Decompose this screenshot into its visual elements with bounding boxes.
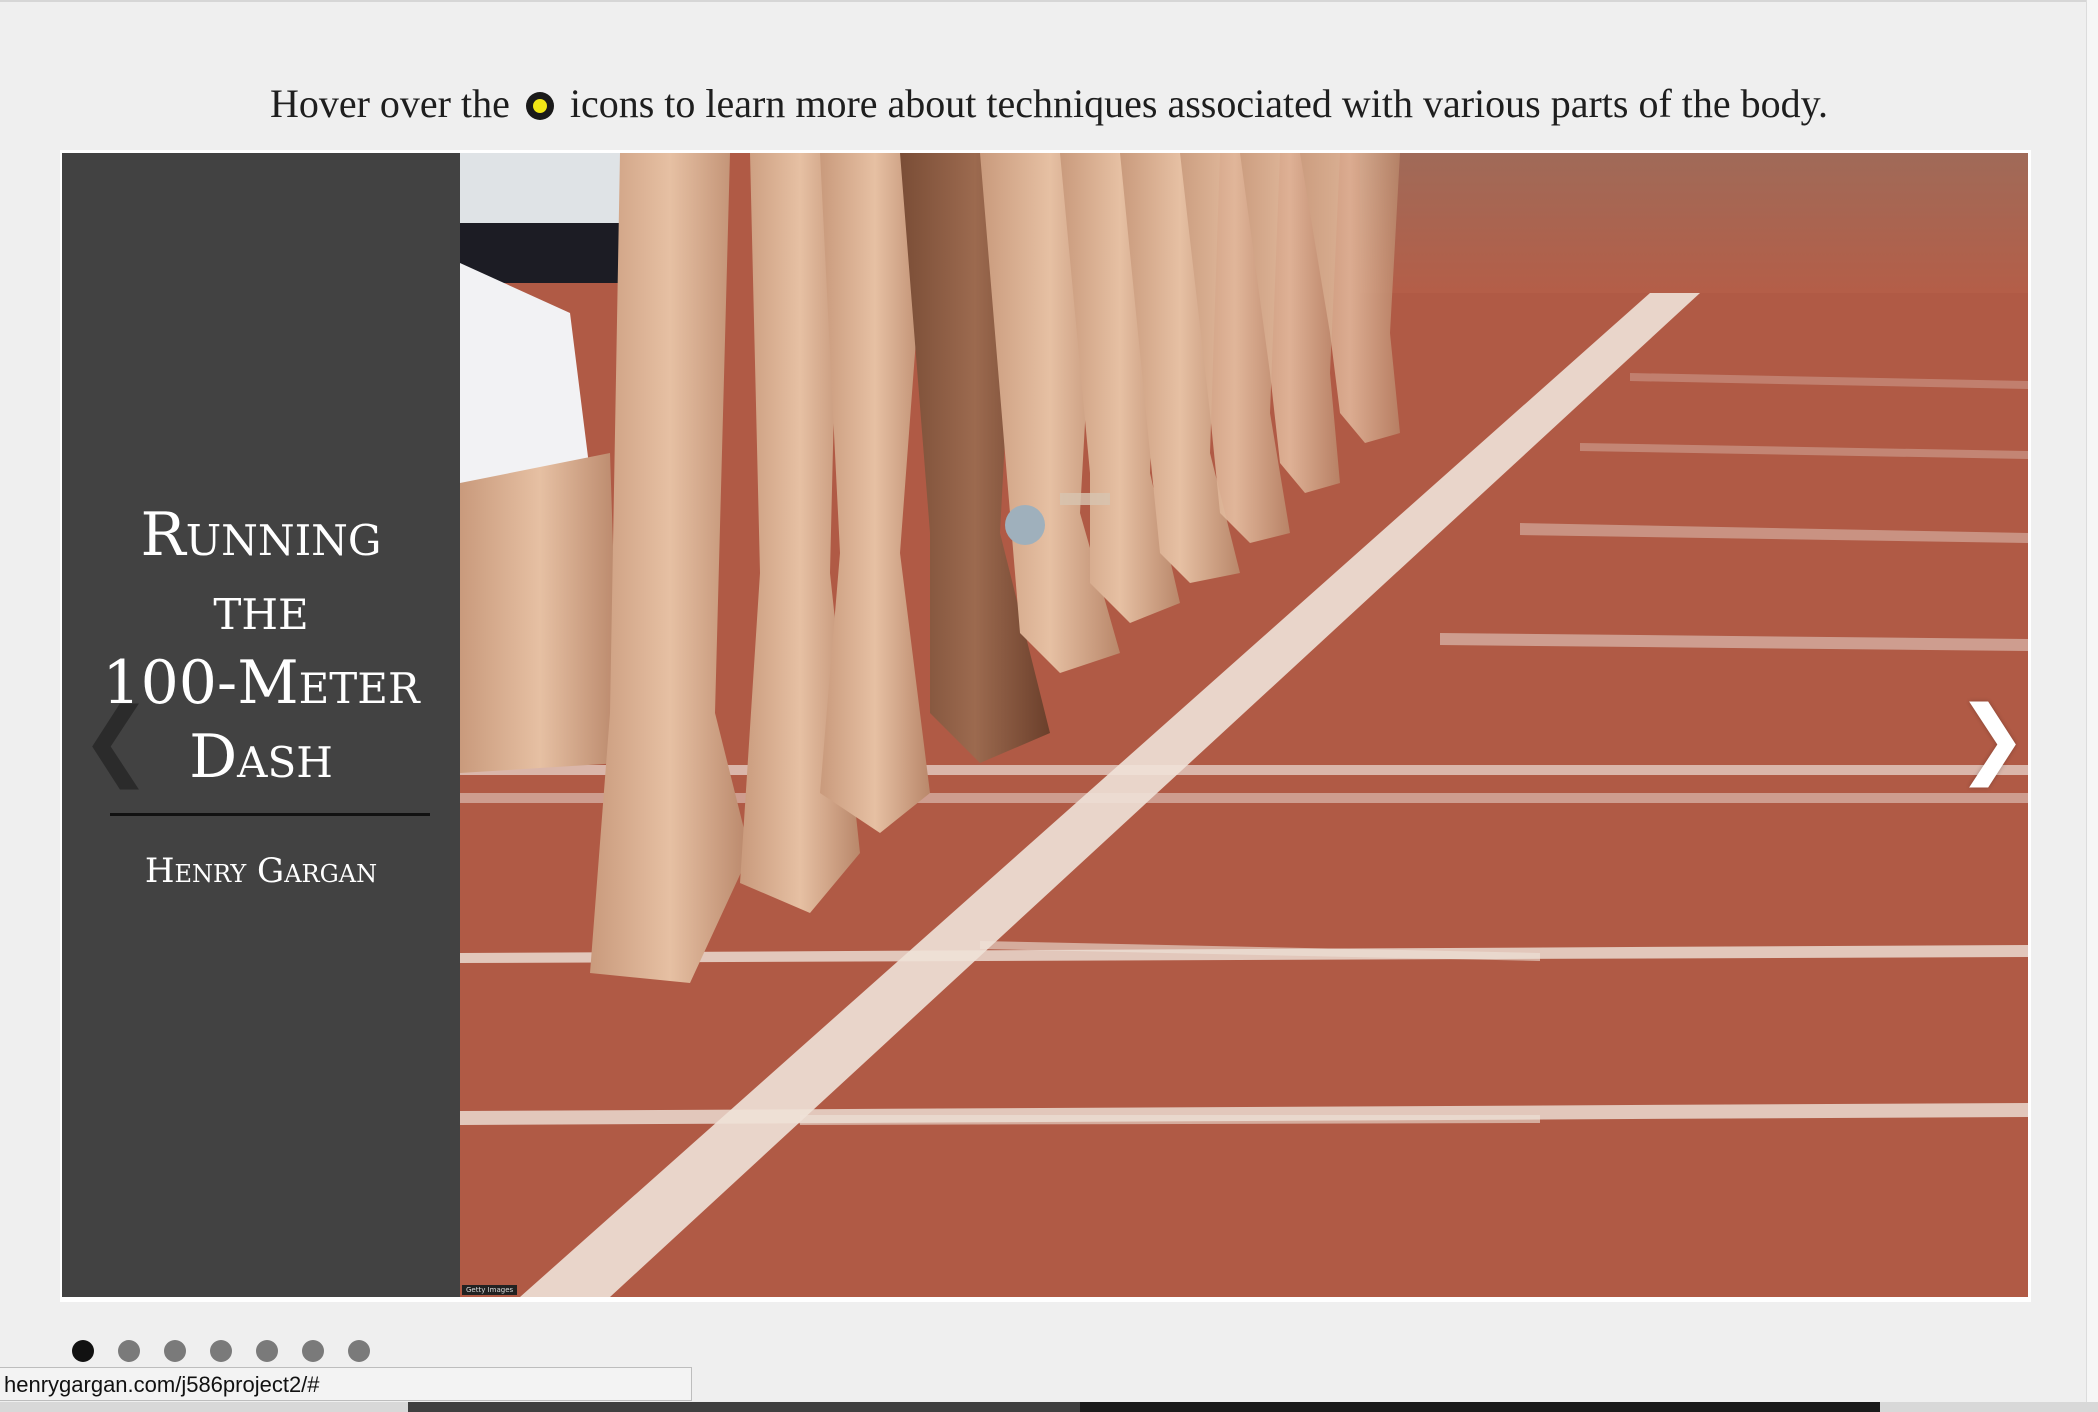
window-bottom-edge [0,1402,2098,1412]
slide-title-line: the [213,574,309,644]
instructions-after-icon: icons to learn more about techniques ass… [569,81,1829,126]
instructions-text: Hover over the icons to learn more about… [0,74,2098,134]
author-name: Henry Gargan [144,851,378,891]
hotspot-circle-icon [525,92,554,120]
next-slide-arrow-icon[interactable]: ❯ [1956,688,2028,788]
pagination-dot[interactable] [72,1340,94,1362]
pagination-dot[interactable] [118,1340,140,1362]
pagination-dot[interactable] [164,1340,186,1362]
track-photo-illustration [460,153,2028,1297]
slide-title-line: Running [140,500,382,570]
pagination-dot[interactable] [302,1340,324,1362]
pagination-dot[interactable] [348,1340,370,1362]
browser-status-url: henrygargan.com/j586project2/# [0,1367,692,1401]
title-divider [110,813,430,816]
scrollbar-track[interactable] [2086,0,2098,1412]
pagination-dot[interactable] [256,1340,278,1362]
slide-photo-track-start: Getty Images [460,153,2028,1297]
photo-credit: Getty Images [462,1285,518,1295]
pagination-dot[interactable] [210,1340,232,1362]
instructions-before-icon: Hover over the [269,81,510,126]
previous-slide-arrow-icon[interactable]: ❮ [80,690,152,790]
window-top-border [0,0,2098,2]
